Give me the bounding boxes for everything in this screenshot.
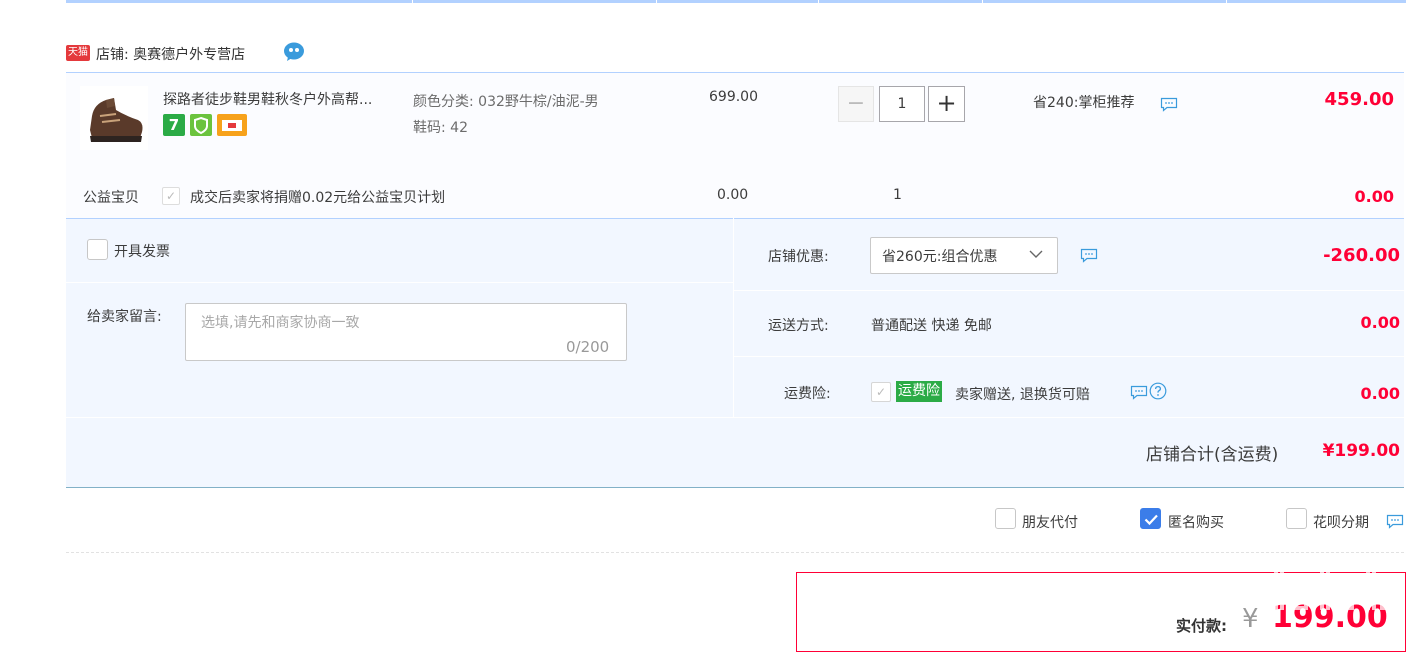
shop-name[interactable]: 店铺: 奥赛德户外专营店 [96, 44, 245, 64]
insurance-description: 卖家赠送, 退换货可赔 [955, 387, 1090, 403]
sku-size: 鞋码: 42 [413, 120, 468, 136]
charity-description: 成交后卖家将捐赠0.02元给公益宝贝计划 [190, 190, 446, 206]
message-icon[interactable] [1160, 97, 1178, 112]
divider [734, 290, 1404, 291]
shield-icon [190, 114, 212, 136]
message-icon[interactable] [1130, 385, 1148, 400]
message-placeholder: 选填,请先和商家协商一致 [201, 315, 360, 331]
quantity-input[interactable]: 1 [879, 86, 925, 122]
discount-selected-value[interactable]: 省260元:组合优惠 [882, 246, 997, 266]
payment-currency: ¥ [1242, 604, 1259, 634]
chevron-down-icon[interactable] [1028, 246, 1044, 262]
discount-label: 店铺优惠: [768, 249, 829, 265]
friend-pay-checkbox[interactable] [995, 508, 1016, 529]
table-header-bar [66, 0, 1406, 3]
huabei-installment-checkbox[interactable] [1286, 508, 1307, 529]
huabei-installment-label[interactable]: 花呗分期 [1313, 512, 1369, 532]
item-subtotal: 459.00 [1324, 89, 1394, 110]
charity-label: 公益宝贝 [83, 190, 139, 206]
divider [734, 356, 1404, 357]
unit-price: 699.00 [709, 89, 758, 105]
payment-label: 实付款: [1176, 617, 1227, 635]
product-thumbnail[interactable] [80, 86, 148, 150]
charity-checkbox: ✓ [162, 187, 180, 205]
insurance-cost: 0.00 [1360, 384, 1400, 403]
shop-total-value: ¥199.00 [1322, 441, 1400, 461]
help-icon[interactable] [1149, 382, 1167, 400]
divider [733, 218, 734, 417]
message-char-count: 0/200 [566, 338, 610, 356]
shipping-cost: 0.00 [1360, 313, 1400, 332]
friend-pay-label[interactable]: 朋友代付 [1022, 512, 1078, 532]
divider [66, 282, 733, 283]
charity-subtotal: 0.00 [1354, 187, 1394, 206]
seven-day-return-icon: 7 [163, 114, 185, 136]
anonymous-purchase-checkbox[interactable] [1140, 508, 1161, 529]
product-title[interactable]: 探路者徒步鞋男鞋秋冬户外高帮... [163, 89, 372, 109]
invoice-label[interactable]: 开具发票 [114, 241, 170, 261]
divider [66, 417, 1404, 418]
divider [66, 552, 1404, 553]
item-promotion: 省240:掌柜推荐 [1033, 95, 1135, 111]
insurance-label: 运费险: [784, 386, 831, 402]
charity-price: 0.00 [717, 187, 749, 203]
card-icon [217, 114, 247, 136]
shipping-method: 普通配送 快递 免邮 [871, 318, 992, 334]
checkbox-checked-icon [1144, 514, 1158, 526]
tmall-logo[interactable]: 天猫 [66, 45, 90, 61]
message-icon[interactable] [1386, 514, 1404, 529]
charity-quantity: 1 [893, 187, 902, 203]
quantity-decrease-button[interactable]: − [838, 86, 874, 122]
invoice-checkbox[interactable] [87, 239, 108, 260]
anonymous-purchase-label[interactable]: 匿名购买 [1168, 512, 1224, 532]
message-icon[interactable] [1080, 248, 1098, 263]
sku-info: 颜色分类: 032野牛棕/油泥-男 鞋码: 42 [413, 89, 599, 141]
message-label: 给卖家留言: [87, 309, 162, 325]
discount-amount: -260.00 [1323, 245, 1400, 266]
insurance-checkbox: ✓ [871, 382, 891, 402]
insurance-tag: 运费险 [896, 381, 942, 402]
chat-bubble-icon[interactable] [283, 42, 305, 62]
quantity-increase-button[interactable]: + [928, 86, 965, 122]
shipping-label: 运送方式: [768, 318, 829, 334]
shop-total-label: 店铺合计(含运费) [1146, 445, 1279, 465]
watermark-logo [1274, 568, 1400, 610]
sku-color: 颜色分类: 032野牛棕/油泥-男 [413, 94, 599, 110]
